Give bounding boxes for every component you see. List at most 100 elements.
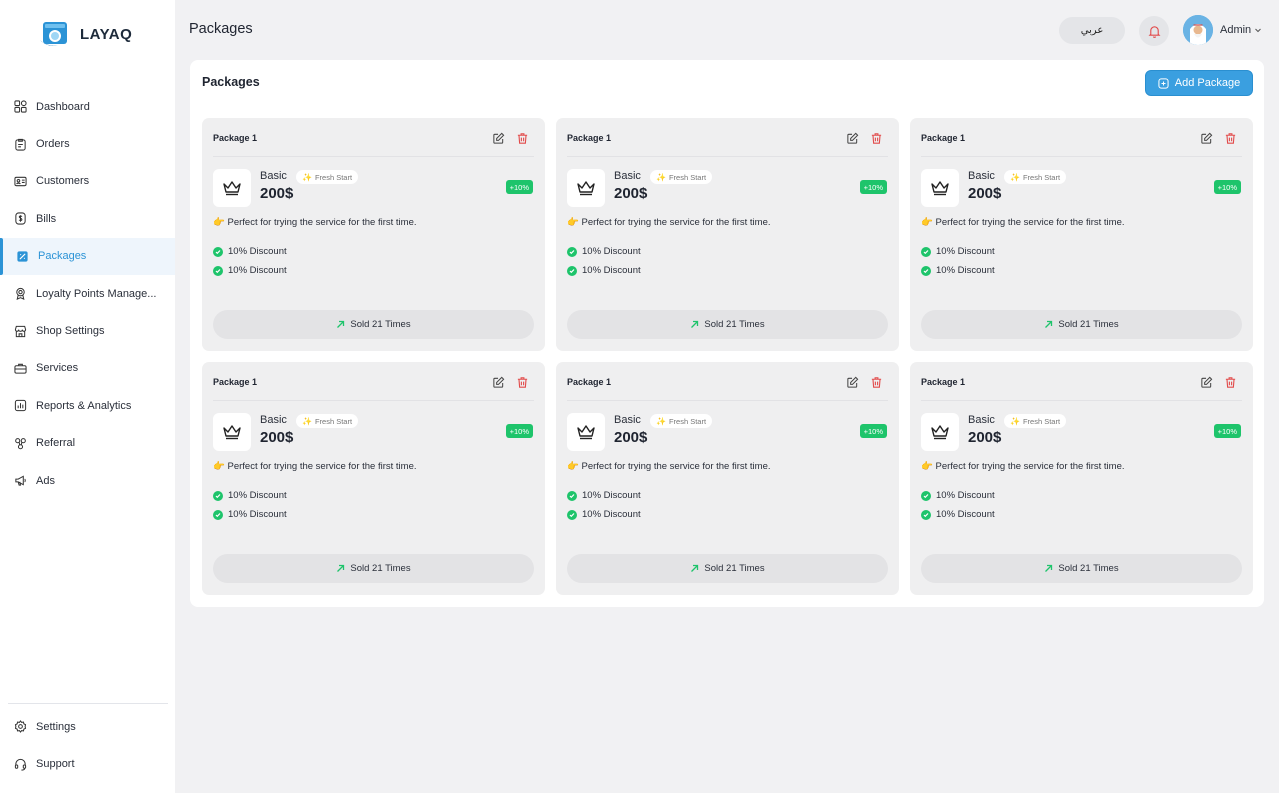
check-circle-icon: [567, 246, 577, 257]
sidebar-item-customers[interactable]: Customers: [0, 163, 175, 200]
package-description-text: Perfect for trying the service for the f…: [935, 461, 1125, 472]
edit-icon[interactable]: [492, 132, 505, 145]
plus-square-icon: [1158, 77, 1169, 89]
package-tier: Basic: [968, 414, 995, 426]
trash-icon[interactable]: [1224, 376, 1237, 389]
package-name: Package 1: [921, 133, 966, 143]
sidebar-item-referral[interactable]: Referral: [0, 425, 175, 462]
check-circle-icon: [921, 490, 931, 501]
sparkles-icon: ✨: [302, 172, 312, 182]
card-divider: [567, 156, 888, 157]
trend-up-arrow-icon: [1045, 320, 1053, 328]
package-tag: ✨ Fresh Start: [1004, 414, 1067, 428]
grid-icon: [14, 100, 27, 113]
sidebar-item-label: Bills: [36, 212, 57, 225]
sidebar-bottom-nav: Settings Support: [0, 708, 175, 783]
card-actions: [846, 376, 883, 389]
edit-icon[interactable]: [846, 132, 859, 145]
sidebar-item-dashboard[interactable]: Dashboard: [0, 88, 175, 125]
sidebar-item-settings[interactable]: Settings: [0, 708, 175, 745]
sidebar-item-loyalty-points[interactable]: Loyalty Points Manage...: [0, 275, 175, 312]
add-package-label: Add Package: [1174, 77, 1241, 89]
sparkles-icon: ✨: [1010, 416, 1020, 426]
language-toggle-button[interactable]: عربي: [1059, 17, 1125, 44]
package-icon-box: [567, 169, 605, 207]
package-icon: [17, 251, 28, 262]
trash-icon[interactable]: [516, 132, 529, 145]
bell-icon: [1148, 25, 1160, 38]
check-circle-icon: [213, 246, 223, 257]
avatar[interactable]: [1183, 15, 1213, 45]
discount-badge: +10%: [859, 424, 887, 438]
sidebar-item-reports-analytics[interactable]: Reports & Analytics: [0, 387, 175, 424]
package-card: Package 1 Basic ✨ Fresh Start 200$ +10% …: [556, 118, 899, 351]
sidebar-item-label: Services: [36, 362, 79, 375]
sidebar-item-support[interactable]: Support: [0, 745, 175, 782]
sidebar-item-bills[interactable]: Bills: [0, 200, 175, 237]
sidebar-item-services[interactable]: Services: [0, 350, 175, 387]
feature-label: 10% Discount: [936, 246, 995, 257]
app-logo[interactable]: LAYAQ: [40, 20, 132, 48]
edit-icon[interactable]: [1200, 376, 1213, 389]
trend-up-arrow-icon: [691, 320, 699, 328]
discount-badge: +10%: [505, 180, 533, 194]
trash-icon[interactable]: [516, 376, 529, 389]
feature-item: 10% Discount: [213, 246, 287, 257]
trash-icon[interactable]: [1224, 132, 1237, 145]
package-tier: Basic: [260, 170, 287, 182]
user-menu[interactable]: Admin: [1220, 24, 1262, 36]
chart-icon: [14, 400, 27, 412]
package-tier: Basic: [260, 414, 287, 426]
feature-label: 10% Discount: [228, 246, 287, 257]
package-description: 👉 Perfect for trying the service for the…: [921, 217, 1125, 228]
sidebar-item-label: Ads: [36, 474, 55, 487]
package-price: 200$: [968, 185, 1002, 202]
sold-count-label: Sold 21 Times: [704, 563, 765, 574]
package-price: 200$: [260, 185, 294, 202]
chevron-down-icon: [1255, 28, 1262, 33]
feature-item: 10% Discount: [921, 265, 995, 276]
feature-label: 10% Discount: [936, 509, 995, 520]
check-circle-icon: [921, 246, 931, 257]
sidebar: LAYAQ Dashboard Orders Customers Bills P…: [0, 0, 175, 793]
check-circle-icon: [567, 509, 577, 520]
trash-icon[interactable]: [870, 376, 883, 389]
package-card: Package 1 Basic ✨ Fresh Start 200$ +10% …: [556, 362, 899, 595]
edit-icon[interactable]: [846, 376, 859, 389]
pointing-hand-icon: 👉: [213, 217, 225, 228]
package-name: Package 1: [921, 377, 966, 387]
sidebar-item-ads[interactable]: Ads: [0, 462, 175, 499]
crown-icon: [931, 181, 949, 196]
package-price: 200$: [260, 429, 294, 446]
pointing-hand-icon: 👉: [921, 217, 933, 228]
add-package-button[interactable]: Add Package: [1145, 70, 1253, 96]
sidebar-item-orders[interactable]: Orders: [0, 125, 175, 162]
sold-count-label: Sold 21 Times: [1058, 563, 1119, 574]
feature-item: 10% Discount: [213, 490, 287, 501]
sidebar-item-packages[interactable]: Packages: [0, 237, 175, 276]
package-tag-label: Fresh Start: [1022, 416, 1061, 426]
notifications-button[interactable]: [1139, 16, 1169, 46]
edit-icon[interactable]: [492, 376, 505, 389]
sidebar-item-label: Orders: [36, 138, 70, 151]
trash-icon[interactable]: [870, 132, 883, 145]
discount-badge: +10%: [859, 180, 887, 194]
sidebar-item-label: Settings: [36, 720, 76, 733]
package-card: Package 1 Basic ✨ Fresh Start 200$ +10% …: [202, 118, 545, 351]
referral-icon: [15, 437, 26, 450]
package-card: Package 1 Basic ✨ Fresh Start 200$ +10% …: [202, 362, 545, 595]
edit-icon[interactable]: [1200, 132, 1213, 145]
discount-badge: +10%: [505, 424, 533, 438]
package-description-text: Perfect for trying the service for the f…: [227, 461, 417, 472]
feature-item: 10% Discount: [921, 490, 995, 501]
trend-up-arrow-icon: [337, 564, 345, 572]
sidebar-item-shop-settings[interactable]: Shop Settings: [0, 312, 175, 349]
sparkles-icon: ✨: [656, 416, 666, 426]
feature-label: 10% Discount: [582, 509, 641, 520]
check-circle-icon: [921, 265, 931, 276]
package-card: Package 1 Basic ✨ Fresh Start 200$ +10% …: [910, 362, 1253, 595]
package-tag: ✨ Fresh Start: [650, 414, 713, 428]
card-divider: [213, 156, 534, 157]
user-name: Admin: [1220, 24, 1252, 36]
sidebar-item-label: Dashboard: [36, 100, 90, 113]
